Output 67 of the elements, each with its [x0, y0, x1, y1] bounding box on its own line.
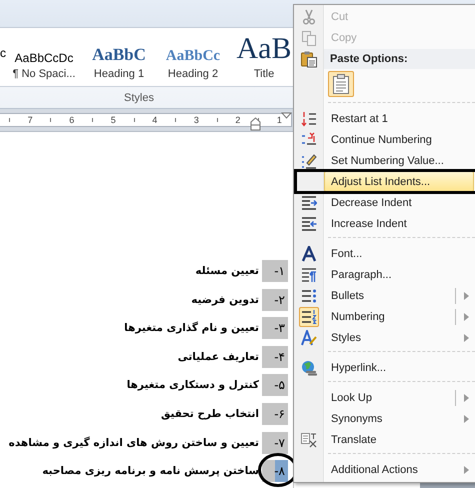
pencil-icon	[301, 152, 317, 168]
list-number[interactable]: ۶-	[262, 402, 288, 425]
numbered-list-icon	[301, 110, 317, 126]
menu-item[interactable]: Set Numbering Value...	[324, 150, 474, 171]
group-label: Styles	[124, 92, 154, 104]
menu-item[interactable]: Numbering	[324, 306, 474, 327]
style-name[interactable]: Heading 2	[168, 68, 218, 80]
indent-icon	[301, 194, 317, 210]
style-name[interactable]: Title	[254, 68, 274, 80]
list-number[interactable]: ۱-	[262, 260, 288, 282]
paragraph-icon	[301, 266, 317, 282]
menu-item[interactable]: Increase Indent	[324, 213, 474, 234]
style-preview[interactable]: AaBbCc	[166, 48, 220, 65]
ruler-number: 2	[235, 115, 240, 125]
styles-icon	[301, 330, 317, 346]
list-number[interactable]: ۳-	[262, 317, 288, 340]
style-preview[interactable]: c	[0, 46, 6, 60]
scissors-icon	[301, 8, 317, 24]
list-item-text: تعیین و نام گذاری متغیرها	[124, 322, 259, 334]
ruler-number: 3	[194, 115, 199, 125]
indent-marker[interactable]	[281, 112, 292, 119]
menu-item[interactable]: Bullets	[324, 285, 474, 306]
ruler-number: 6	[69, 115, 74, 125]
clipboard-icon	[300, 50, 318, 68]
list-item-text: تدوین فرضیه	[191, 294, 259, 306]
style-name[interactable]: Heading 1	[94, 68, 144, 80]
menu-item[interactable]: Adjust List Indents...	[324, 171, 474, 192]
menu-item[interactable]: Restart at 1	[324, 108, 474, 129]
menu-item[interactable]: Font...	[324, 243, 474, 264]
list-number[interactable]: ۸-	[262, 460, 288, 482]
numbered-list-icon	[301, 132, 317, 148]
list-number[interactable]: ۴-	[262, 346, 288, 368]
list-item-text: تعاریف عملیاتی	[178, 350, 259, 363]
indent-icon	[301, 216, 317, 232]
list-number[interactable]: ۵-	[262, 374, 288, 396]
list-item-text: تعیین مسئله	[195, 265, 259, 277]
list-item-text: ساختن پرسش نامه و برنامه ریزی مصاحبه	[42, 465, 259, 478]
globe-icon	[301, 360, 317, 376]
list-item-text: تعیین و ساختن روش های اندازه گیری و مشاهده	[8, 436, 259, 449]
menu-item[interactable]: Translate	[324, 429, 474, 450]
style-name[interactable]: ¶ No Spaci...	[12, 68, 76, 80]
copy-icon	[301, 30, 317, 46]
menu-item[interactable]: Paragraph...	[324, 264, 474, 285]
list-item-text: انتخاب طرح تحقیق	[160, 408, 259, 420]
ruler[interactable]: 7 6 5 4 3 2 1	[0, 113, 292, 127]
menu-item[interactable]: Continue Numbering	[324, 129, 474, 150]
list-item-text: کنترل و دستکاری متغیرها	[126, 379, 259, 392]
style-preview[interactable]: AaBbCcDc	[14, 51, 74, 65]
list-number[interactable]: ۲-	[262, 288, 288, 311]
menu-item[interactable]: Synonyms	[324, 408, 474, 429]
ruler-number: 7	[28, 115, 33, 125]
menu-section-title: Paste Options:	[324, 48, 475, 68]
paste-button[interactable]	[328, 71, 354, 97]
menu-item[interactable]: Hyperlink...	[324, 357, 474, 378]
style-preview[interactable]: AaB	[236, 33, 292, 65]
ruler-number: 4	[152, 115, 158, 125]
menu-item[interactable]: Decrease Indent	[324, 192, 474, 213]
translate-icon	[301, 432, 317, 448]
ruler-number: 5	[110, 115, 116, 125]
menu-item[interactable]: Additional Actions	[324, 459, 474, 480]
font-icon	[301, 246, 317, 262]
menu-item[interactable]: Look Up	[324, 387, 474, 408]
style-preview[interactable]: AaBbC	[92, 45, 146, 65]
list-number[interactable]: ۷-	[262, 432, 288, 454]
menu-item[interactable]: Styles	[324, 327, 474, 348]
ruler-number: 1	[276, 115, 282, 125]
bullet-list-icon	[301, 288, 317, 304]
